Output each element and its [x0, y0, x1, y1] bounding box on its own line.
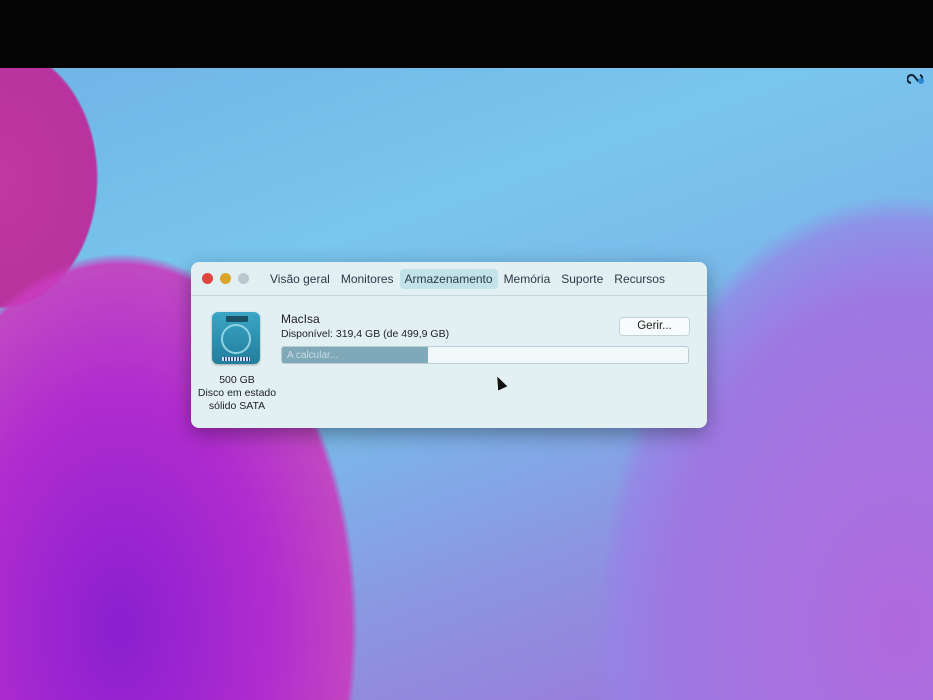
- disk-description: 500 GB Disco em estado sólido SATA: [191, 374, 283, 413]
- mouse-cursor-icon: [492, 374, 508, 391]
- disk-name: MacIsa: [281, 312, 320, 326]
- close-button[interactable]: [202, 273, 213, 284]
- zoom-button[interactable]: [238, 273, 249, 284]
- tab-bar: Visão geral Monitores Armazenamento Memó…: [265, 268, 671, 289]
- about-this-mac-window: Visão geral Monitores Armazenamento Memó…: [191, 262, 707, 428]
- storage-status: A calcular...: [287, 350, 339, 361]
- tab-support[interactable]: Suporte: [556, 269, 608, 289]
- disk-capacity: 500 GB: [219, 374, 255, 386]
- disk-available: Disponível: 319,4 GB (de 499,9 GB): [281, 328, 450, 340]
- tab-storage[interactable]: Armazenamento: [399, 268, 498, 289]
- creative-cloud-icon[interactable]: [907, 72, 925, 86]
- title-bar: Visão geral Monitores Armazenamento Memó…: [191, 262, 707, 296]
- screen-bezel: [0, 0, 933, 68]
- minimize-button[interactable]: [220, 273, 231, 284]
- hard-drive-icon: [212, 312, 260, 364]
- manage-button[interactable]: Gerir...: [619, 317, 690, 336]
- tab-resources[interactable]: Recursos: [609, 269, 670, 289]
- disk-type-line2: sólido SATA: [208, 400, 266, 412]
- storage-usage-bar: A calcular...: [281, 346, 689, 364]
- tab-memory[interactable]: Memória: [499, 269, 556, 289]
- tab-displays[interactable]: Monitores: [336, 269, 399, 289]
- tab-overview[interactable]: Visão geral: [265, 269, 335, 289]
- disk-type-line1: Disco em estado: [197, 387, 277, 399]
